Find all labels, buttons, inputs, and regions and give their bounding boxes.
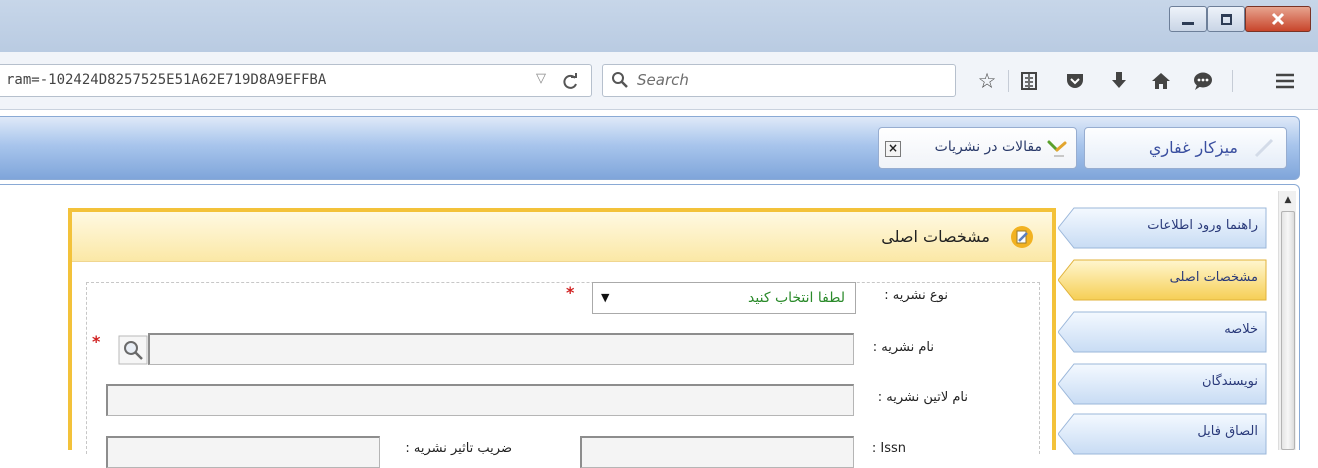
pencil-icon bbox=[1254, 138, 1274, 158]
maximize-button[interactable] bbox=[1207, 6, 1245, 32]
journal-name-label: نام نشریه : bbox=[872, 340, 934, 355]
maximize-icon bbox=[1220, 13, 1232, 25]
side-nav-label: مشخصات اصلی bbox=[1169, 270, 1258, 285]
menu-icon[interactable] bbox=[1270, 66, 1300, 96]
url-text[interactable]: ram=-102424D8257525E51A62E719D8A9EFFBA bbox=[6, 72, 326, 88]
toolbar-separator bbox=[1232, 70, 1233, 92]
issn-field[interactable] bbox=[580, 436, 854, 468]
minimize-icon bbox=[1182, 21, 1194, 25]
journal-type-value: لطفا انتخاب کنید bbox=[748, 290, 845, 306]
edit-pencil-icon bbox=[1047, 140, 1067, 157]
star-icon[interactable]: ☆ bbox=[972, 66, 1002, 96]
scroll-up-icon[interactable]: ▲ bbox=[1279, 191, 1297, 209]
journal-type-label: نوع نشریه : bbox=[884, 288, 948, 303]
tab-articles-label: مقالات در نشریات bbox=[934, 139, 1042, 155]
download-icon[interactable] bbox=[1104, 66, 1134, 96]
tab-articles[interactable]: مقالات در نشریات × bbox=[878, 127, 1077, 169]
tab-close-icon[interactable]: × bbox=[885, 141, 901, 157]
side-nav-label: خلاصه bbox=[1224, 322, 1258, 337]
impact-factor-field[interactable] bbox=[106, 436, 380, 468]
tab-home-label: میزکار غفاري bbox=[1148, 138, 1238, 157]
pocket-icon[interactable] bbox=[1060, 66, 1090, 96]
form-title: مشخصات اصلی bbox=[881, 227, 990, 246]
journal-name-field[interactable] bbox=[148, 333, 854, 365]
journal-type-select[interactable]: لطفا انتخاب کنید ▼ bbox=[592, 282, 856, 314]
home-icon[interactable] bbox=[1146, 66, 1176, 96]
close-icon bbox=[1271, 12, 1285, 26]
browser-toolbar: ram=-102424D8257525E51A62E719D8A9EFFBA ▽… bbox=[0, 52, 1318, 110]
required-marker: * bbox=[566, 283, 575, 302]
chat-icon[interactable] bbox=[1188, 66, 1218, 96]
side-nav-label: الصاق فایل bbox=[1197, 424, 1258, 439]
journal-latin-name-label: نام لاتین نشریه : bbox=[877, 390, 968, 405]
side-nav-item-summary[interactable]: خلاصه bbox=[1058, 310, 1268, 354]
side-nav-label: نویسندگان bbox=[1202, 374, 1258, 389]
lookup-search-icon[interactable] bbox=[118, 335, 148, 365]
vertical-scrollbar[interactable]: ▲ bbox=[1278, 191, 1296, 450]
minimize-button[interactable] bbox=[1169, 6, 1207, 32]
url-bar[interactable]: ram=-102424D8257525E51A62E719D8A9EFFBA ▽ bbox=[0, 64, 592, 97]
toolbar-separator bbox=[1008, 70, 1009, 92]
side-nav-label: راهنما ورود اطلاعات bbox=[1147, 218, 1258, 233]
edit-badge-icon bbox=[1011, 226, 1033, 248]
side-nav-item-authors[interactable]: نویسندگان bbox=[1058, 362, 1268, 406]
side-nav-item-guide[interactable]: راهنما ورود اطلاعات bbox=[1058, 206, 1268, 250]
search-input[interactable]: Search bbox=[637, 71, 689, 89]
dropdown-arrow-icon: ▼ bbox=[601, 291, 610, 304]
url-dropdown-icon[interactable]: ▽ bbox=[536, 71, 546, 86]
required-marker: * bbox=[92, 332, 101, 351]
search-icon bbox=[612, 72, 628, 88]
form-body bbox=[86, 282, 1040, 454]
app-tab-strip: میزکار غفاري مقالات در نشریات × bbox=[0, 116, 1300, 180]
reader-list-icon[interactable] bbox=[1014, 66, 1044, 96]
impact-factor-label: ضریب تاثیر نشریه : bbox=[405, 441, 512, 456]
issn-label: : Issn bbox=[871, 441, 906, 456]
journal-latin-name-field[interactable] bbox=[106, 384, 854, 416]
side-nav-item-main-specs[interactable]: مشخصات اصلی bbox=[1058, 258, 1268, 302]
search-box[interactable]: Search bbox=[602, 64, 956, 97]
form-header: مشخصات اصلی bbox=[72, 212, 1052, 262]
window-titlebar bbox=[0, 0, 1318, 52]
side-nav-item-attach-file[interactable]: الصاق فایل bbox=[1058, 412, 1268, 456]
tab-home[interactable]: میزکار غفاري bbox=[1084, 127, 1287, 169]
reload-icon[interactable] bbox=[560, 72, 580, 92]
scroll-thumb[interactable] bbox=[1281, 211, 1295, 450]
close-button[interactable] bbox=[1245, 6, 1311, 32]
